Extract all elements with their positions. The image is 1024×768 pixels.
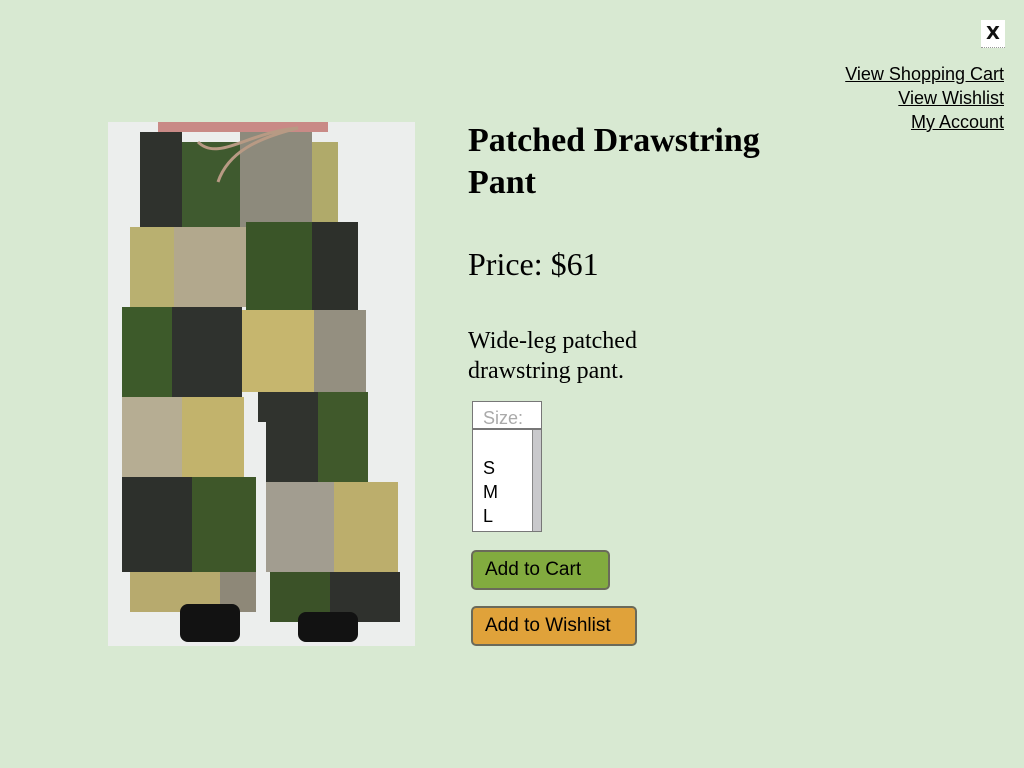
close-icon: X [986, 23, 1000, 44]
close-button[interactable]: X [981, 20, 1005, 48]
size-options: S M L [483, 456, 498, 528]
size-option-l[interactable]: L [483, 504, 498, 528]
size-select[interactable]: Size: S M L [472, 401, 542, 532]
product-title: Patched Drawstring Pant [468, 122, 760, 201]
view-shopping-cart-link[interactable]: View Shopping Cart [845, 62, 1004, 86]
view-wishlist-link[interactable]: View Wishlist [845, 86, 1004, 110]
product-image [108, 122, 415, 646]
patched-pants-photo [108, 122, 415, 646]
size-label: Size: [473, 402, 541, 430]
product-price: Price: $61 [468, 246, 599, 282]
account-links: View Shopping Cart View Wishlist My Acco… [845, 62, 1004, 134]
product-description: Wide-leg patched drawstring pant. [468, 328, 637, 384]
add-to-cart-button[interactable]: Add to Cart [471, 550, 610, 590]
size-scrollbar[interactable] [532, 430, 541, 531]
size-option-m[interactable]: M [483, 480, 498, 504]
add-to-wishlist-button[interactable]: Add to Wishlist [471, 606, 637, 646]
my-account-link[interactable]: My Account [845, 110, 1004, 134]
size-option-s[interactable]: S [483, 456, 498, 480]
